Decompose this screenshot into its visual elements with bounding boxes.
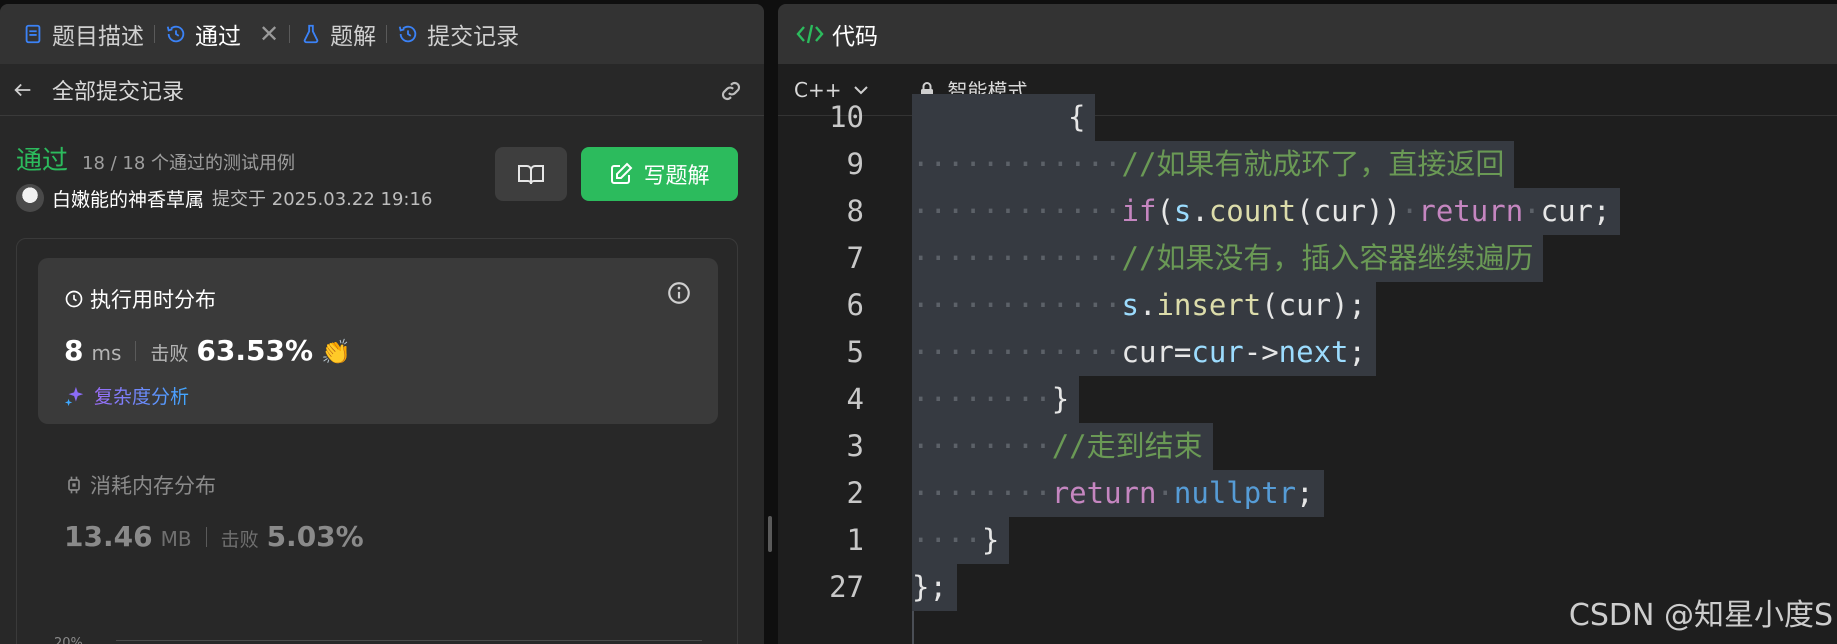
memory-stat-row: 13.46 MB 击败 5.03% bbox=[64, 520, 364, 553]
code-text: ············//如果没有，插入容器继续遍历 bbox=[912, 235, 1544, 282]
tab-description-label: 题目描述 bbox=[52, 24, 144, 50]
book-open-icon bbox=[518, 165, 544, 185]
code-line: 7 ············//如果没有，插入容器继续遍历 bbox=[778, 235, 1837, 282]
runtime-title-row: 执行用时分布 bbox=[64, 284, 216, 314]
close-icon[interactable]: ✕ bbox=[259, 20, 279, 48]
author-row: 白嫩能的神香草属 提交于 2025.03.22 19:16 bbox=[16, 184, 432, 212]
line-number: 4 bbox=[846, 382, 864, 416]
code-line: 3 ········//走到结束 bbox=[778, 423, 1837, 470]
runtime-value: 8 bbox=[64, 334, 84, 367]
line-number: 2 bbox=[846, 476, 864, 510]
runtime-unit: ms bbox=[91, 341, 122, 365]
code-line: 2 ········return·nullptr; bbox=[778, 470, 1837, 517]
submissions-subheader: 全部提交记录 bbox=[0, 64, 764, 116]
tab-accepted-label: 通过 bbox=[195, 24, 241, 50]
distribution-axis-line bbox=[116, 640, 702, 641]
stat-divider bbox=[135, 340, 137, 361]
code-editor[interactable]: 10 { 9 ············//如果有就成环了，直接返回 8 ····… bbox=[778, 94, 1837, 644]
line-number: 5 bbox=[846, 335, 864, 369]
code-panel-header: 代码 bbox=[778, 4, 1837, 64]
tab-solutions-label: 题解 bbox=[330, 24, 377, 50]
memory-unit: MB bbox=[160, 527, 192, 551]
runtime-stat-row: 8 ms 击败 63.53% 👏 bbox=[64, 334, 351, 367]
line-number: 7 bbox=[846, 241, 864, 275]
line-number: 10 bbox=[829, 100, 864, 134]
code-text: ····} bbox=[912, 517, 1010, 564]
code-text: ········//走到结束 bbox=[912, 423, 1213, 470]
panel-resize-handle[interactable] bbox=[768, 516, 772, 552]
line-number: 3 bbox=[846, 429, 864, 463]
code-icon bbox=[796, 24, 824, 44]
submission-status-row: 通过 18 / 18 个通过的测试用例 bbox=[16, 140, 295, 177]
complexity-analysis-label: 复杂度分析 bbox=[94, 382, 189, 409]
chip-icon bbox=[68, 476, 80, 494]
code-text: ········} bbox=[912, 376, 1080, 423]
memory-title-row[interactable]: 消耗内存分布 bbox=[64, 470, 216, 500]
testcase-count: 18 / 18 个通过的测试用例 bbox=[82, 153, 296, 174]
tab-submissions-label: 提交记录 bbox=[427, 24, 520, 50]
code-line: 1 ····} bbox=[778, 517, 1837, 564]
history-icon bbox=[166, 25, 185, 43]
runtime-title: 执行用时分布 bbox=[90, 288, 216, 312]
history-icon bbox=[398, 25, 417, 43]
write-solution-label: 写题解 bbox=[643, 164, 710, 189]
code-text: ············s.insert(cur); bbox=[912, 282, 1376, 329]
distribution-axis-tick: 20% bbox=[54, 636, 83, 644]
avatar[interactable] bbox=[16, 184, 44, 212]
code-line: 10 { bbox=[778, 94, 1837, 141]
runtime-beat-label: 击败 bbox=[150, 343, 189, 365]
code-text: ············//如果有就成环了，直接返回 bbox=[912, 141, 1515, 188]
clap-icon: 👏 bbox=[321, 338, 351, 366]
book-button[interactable] bbox=[495, 147, 567, 201]
stat-divider bbox=[205, 526, 207, 547]
code-text: }; bbox=[912, 564, 957, 611]
author-name[interactable]: 白嫩能的神香草属 bbox=[52, 185, 204, 212]
line-number: 1 bbox=[846, 523, 864, 557]
write-solution-button[interactable]: 写题解 bbox=[581, 147, 738, 201]
runtime-card[interactable]: 执行用时分布 8 ms 击败 63.53% 👏 复杂度分析 bbox=[38, 258, 718, 424]
line-number: 27 bbox=[829, 570, 864, 604]
memory-title: 消耗内存分布 bbox=[90, 474, 216, 498]
memory-beat-label: 击败 bbox=[220, 529, 259, 551]
all-submissions-title: 全部提交记录 bbox=[52, 79, 185, 105]
tab-submissions[interactable]: 提交记录 bbox=[387, 17, 529, 51]
code-panel-title: 代码 bbox=[832, 24, 878, 50]
description-icon bbox=[25, 24, 41, 44]
link-icon[interactable] bbox=[718, 78, 744, 104]
code-text: ············if(s.count(cur))·return·cur; bbox=[912, 188, 1621, 235]
complexity-analysis-link[interactable]: 复杂度分析 bbox=[64, 382, 189, 409]
tab-solutions[interactable]: 题解 bbox=[290, 17, 386, 51]
code-text: { bbox=[912, 94, 1096, 141]
memory-beat-value: 5.03% bbox=[266, 520, 364, 553]
code-line: 9 ············//如果有就成环了，直接返回 bbox=[778, 141, 1837, 188]
edit-icon bbox=[611, 162, 633, 184]
arrow-left-icon[interactable] bbox=[12, 79, 34, 101]
clock-icon bbox=[65, 290, 83, 308]
line-number: 8 bbox=[846, 194, 864, 228]
info-icon[interactable] bbox=[666, 280, 692, 306]
status-badge: 通过 bbox=[16, 146, 69, 176]
code-line: 5 ············cur=cur->next; bbox=[778, 329, 1837, 376]
runtime-beat-value: 63.53% bbox=[196, 334, 314, 367]
code-line: 8 ············if(s.count(cur))·return·cu… bbox=[778, 188, 1837, 235]
tab-description[interactable]: 题目描述 bbox=[12, 17, 154, 51]
code-panel: 代码 C++ 智能模式 10 { 9 ············//如果有就成环了… bbox=[778, 4, 1837, 644]
tab-accepted[interactable]: 通过 ✕ bbox=[155, 17, 289, 51]
sparkle-icon bbox=[64, 386, 84, 406]
memory-value: 13.46 bbox=[64, 520, 153, 553]
line-number: 6 bbox=[846, 288, 864, 322]
code-text: ········return·nullptr; bbox=[912, 470, 1324, 517]
watermark: CSDN @知星小度S bbox=[1568, 598, 1833, 633]
code-line: 4 ········} bbox=[778, 376, 1837, 423]
submit-time: 提交于 2025.03.22 19:16 bbox=[212, 189, 433, 210]
line-number: 9 bbox=[846, 147, 864, 181]
code-text: ············cur=cur->next; bbox=[912, 329, 1376, 376]
code-line: 6 ············s.insert(cur); bbox=[778, 282, 1837, 329]
flask-icon bbox=[303, 24, 319, 44]
left-tab-bar: 题目描述 通过 ✕ 题解 提交记录 bbox=[0, 4, 764, 64]
